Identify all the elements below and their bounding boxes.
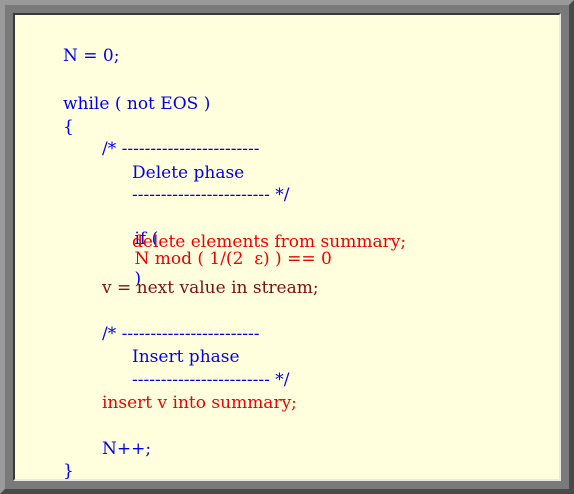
comment-insert-close: ------------------------ */ — [132, 370, 290, 390]
code-line-next-value: v = next value in stream; — [102, 278, 319, 298]
comment-insert-title: Insert phase — [132, 347, 240, 367]
if-condition: N mod ( 1/(2 ε) ) == 0 — [134, 249, 332, 269]
pseudocode-panel: N = 0; while ( not EOS ) { /* ----------… — [13, 13, 561, 481]
code-line-delete: delete elements from summary; — [132, 232, 407, 252]
code-line-open-brace: { — [63, 117, 74, 137]
code-line-while: while ( not EOS ) — [63, 94, 211, 114]
comment-delete-close: ------------------------ */ — [132, 185, 290, 205]
comment-delete-open: /* ------------------------ — [102, 139, 260, 159]
window-frame: N = 0; while ( not EOS ) { /* ----------… — [0, 0, 574, 494]
comment-delete-title: Delete phase — [132, 163, 245, 183]
code-line-insert: insert v into summary; — [102, 393, 297, 413]
code-line-increment: N++; — [102, 439, 152, 459]
code-line-init: N = 0; — [63, 46, 120, 66]
code-line-close-brace: } — [63, 461, 74, 481]
comment-insert-open: /* ------------------------ — [102, 324, 260, 344]
